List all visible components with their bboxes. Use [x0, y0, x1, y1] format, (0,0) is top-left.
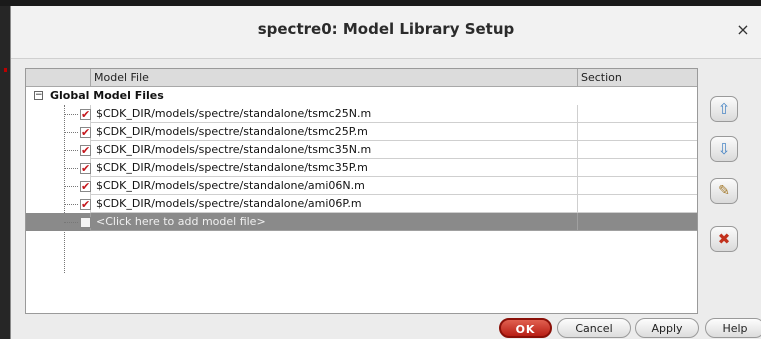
section-cell[interactable] — [577, 141, 697, 159]
tree-branch-line — [64, 132, 78, 133]
model-file-path: $CDK_DIR/models/spectre/standalone/tsmc3… — [96, 143, 372, 156]
group-label: Global Model Files — [50, 89, 164, 102]
model-file-table: Model File Section − Global Model Files … — [25, 68, 698, 314]
checkbox[interactable]: ✔ — [80, 199, 91, 210]
section-cell[interactable] — [577, 105, 697, 123]
tree-branch-line — [64, 222, 78, 223]
move-up-button[interactable]: ⇧ — [710, 96, 738, 122]
arrow-up-icon: ⇧ — [717, 100, 731, 118]
ok-button[interactable]: OK — [499, 318, 552, 338]
cancel-button[interactable]: Cancel — [557, 318, 631, 338]
model-file-path: $CDK_DIR/models/spectre/standalone/ami06… — [96, 197, 362, 210]
table-header: Model File Section — [26, 69, 697, 87]
delete-button[interactable]: ✖ — [710, 226, 738, 252]
close-icon[interactable]: × — [733, 20, 753, 39]
table-row[interactable]: ✔ $CDK_DIR/models/spectre/standalone/tsmc… — [26, 141, 697, 159]
checkbox[interactable]: ✔ — [80, 163, 91, 174]
background-mark — [4, 68, 7, 72]
tree-branch-line — [64, 186, 78, 187]
edit-button[interactable]: ✎ — [710, 178, 738, 204]
section-cell[interactable] — [577, 123, 697, 141]
tree-branch-line — [64, 168, 78, 169]
table-row[interactable]: ✔ $CDK_DIR/models/spectre/standalone/tsmc… — [26, 105, 697, 123]
apply-button[interactable]: Apply — [635, 318, 699, 338]
tree-branch-line — [64, 150, 78, 151]
move-down-button[interactable]: ⇩ — [710, 136, 738, 162]
background-strip — [0, 6, 10, 339]
model-file-path: $CDK_DIR/models/spectre/standalone/tsmc2… — [96, 107, 372, 120]
column-header-section[interactable]: Section — [577, 69, 697, 86]
model-file-path: $CDK_DIR/models/spectre/standalone/tsmc3… — [96, 161, 368, 174]
tree-branch-line — [64, 114, 78, 115]
help-button[interactable]: Help — [705, 318, 761, 338]
collapse-toggle-icon[interactable]: − — [34, 91, 43, 100]
model-library-setup-dialog: spectre0: Model Library Setup × Model Fi… — [10, 6, 761, 339]
edit-icon: ✎ — [718, 183, 730, 199]
checkbox[interactable]: ✔ — [80, 181, 91, 192]
column-header-model-file[interactable]: Model File — [90, 69, 578, 86]
section-cell[interactable] — [577, 213, 697, 231]
checkbox[interactable]: ✔ — [80, 127, 91, 138]
table-row[interactable]: ✔ $CDK_DIR/models/spectre/standalone/ami0… — [26, 177, 697, 195]
checkbox[interactable]: ✔ — [80, 109, 91, 120]
title-bar[interactable]: spectre0: Model Library Setup × — [11, 6, 761, 59]
tree-branch-line — [64, 204, 78, 205]
add-model-file-row[interactable]: <Click here to add model file> — [26, 213, 697, 231]
section-cell[interactable] — [577, 159, 697, 177]
add-model-file-label: <Click here to add model file> — [96, 215, 266, 228]
arrow-down-icon: ⇩ — [717, 140, 731, 158]
dialog-footer: OK Cancel Apply Help — [11, 316, 761, 339]
model-file-path: $CDK_DIR/models/spectre/standalone/tsmc2… — [96, 125, 368, 138]
delete-icon: ✖ — [717, 230, 731, 248]
table-row[interactable]: ✔ $CDK_DIR/models/spectre/standalone/ami0… — [26, 195, 697, 213]
window-title: spectre0: Model Library Setup — [257, 20, 515, 38]
tree-group-row[interactable]: − Global Model Files — [26, 87, 697, 105]
checkbox[interactable] — [80, 217, 91, 228]
checkbox[interactable]: ✔ — [80, 145, 91, 156]
section-cell[interactable] — [577, 195, 697, 213]
model-file-path: $CDK_DIR/models/spectre/standalone/ami06… — [96, 179, 365, 192]
table-row[interactable]: ✔ $CDK_DIR/models/spectre/standalone/tsmc… — [26, 159, 697, 177]
section-cell[interactable] — [577, 177, 697, 195]
table-row[interactable]: ✔ $CDK_DIR/models/spectre/standalone/tsmc… — [26, 123, 697, 141]
